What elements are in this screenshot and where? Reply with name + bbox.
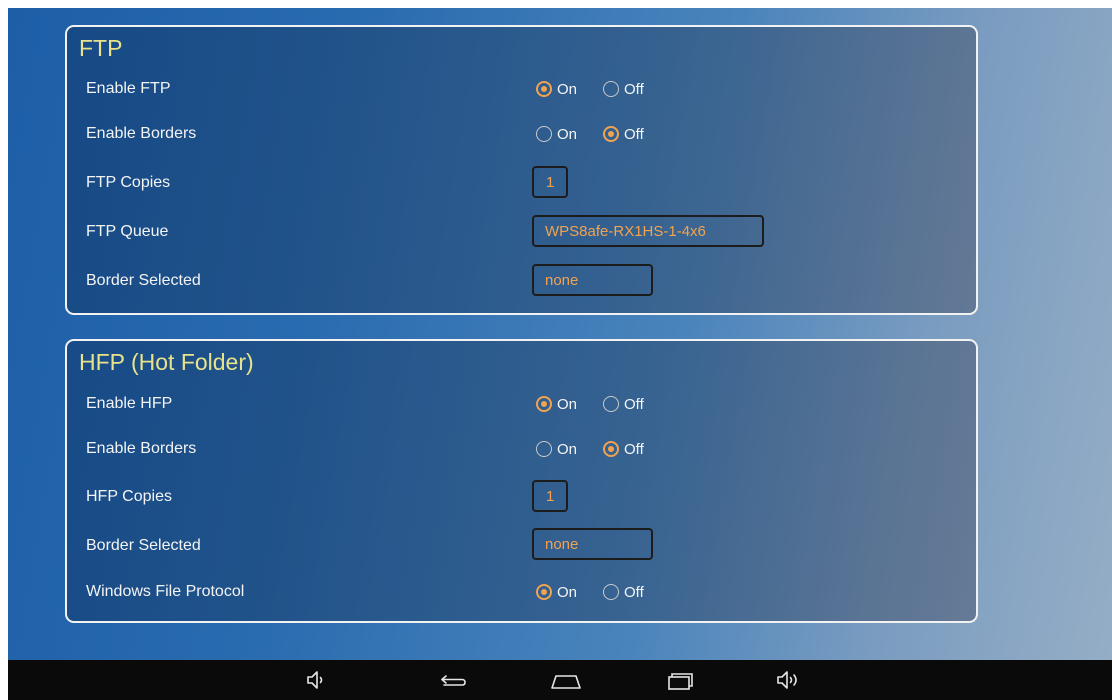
radio-indicator-icon bbox=[603, 126, 619, 142]
enable-ftp-on-radio[interactable]: On bbox=[536, 79, 577, 99]
radio-indicator-icon bbox=[603, 396, 619, 412]
hfp-panel-title: HFP (Hot Folder) bbox=[79, 349, 254, 375]
ftp-enable-borders-row: Enable Borders On Off bbox=[67, 118, 976, 148]
ftp-enable-borders-label: Enable Borders bbox=[86, 125, 197, 142]
windows-file-protocol-off-radio[interactable]: Off bbox=[603, 582, 644, 602]
radio-on-label: On bbox=[557, 583, 578, 601]
windows-file-protocol-label: Windows File Protocol bbox=[86, 583, 245, 600]
ftp-enable-borders-off-radio[interactable]: Off bbox=[603, 124, 644, 144]
radio-on-label: On bbox=[557, 80, 578, 98]
radio-indicator-icon bbox=[603, 81, 619, 97]
radio-indicator-icon bbox=[603, 584, 619, 600]
radio-off-label: Off bbox=[624, 125, 644, 143]
radio-off-label: Off bbox=[624, 583, 644, 601]
ftp-copies-input[interactable]: 1 bbox=[532, 166, 568, 198]
radio-indicator-icon bbox=[536, 584, 552, 600]
enable-hfp-off-radio[interactable]: Off bbox=[603, 394, 644, 414]
hfp-enable-borders-row: Enable Borders On Off bbox=[67, 433, 976, 463]
ftp-border-selected-input[interactable]: none bbox=[532, 264, 653, 296]
settings-screen: FTP Enable FTP On Off Enable Borders On bbox=[8, 0, 1112, 700]
ftp-queue-label: FTP Queue bbox=[86, 223, 169, 240]
enable-hfp-label: Enable HFP bbox=[86, 395, 173, 412]
hfp-border-selected-input[interactable]: none bbox=[532, 528, 653, 560]
enable-hfp-row: Enable HFP On Off bbox=[67, 388, 976, 418]
volume-up-icon[interactable] bbox=[775, 668, 805, 692]
ftp-border-selected-row: Border Selected none bbox=[67, 264, 976, 296]
radio-indicator-icon bbox=[603, 441, 619, 457]
radio-indicator-icon bbox=[536, 126, 552, 142]
windows-file-protocol-on-radio[interactable]: On bbox=[536, 582, 577, 602]
ftp-copies-label: FTP Copies bbox=[86, 174, 171, 191]
volume-down-icon[interactable] bbox=[305, 668, 329, 692]
radio-indicator-icon bbox=[536, 81, 552, 97]
hfp-copies-row: HFP Copies 1 bbox=[67, 480, 976, 512]
ftp-border-selected-label: Border Selected bbox=[86, 272, 201, 289]
hfp-enable-borders-on-radio[interactable]: On bbox=[536, 439, 577, 459]
system-navigation-bar bbox=[8, 660, 1112, 700]
radio-off-label: Off bbox=[624, 395, 644, 413]
hfp-copies-label: HFP Copies bbox=[86, 488, 172, 505]
ftp-copies-row: FTP Copies 1 bbox=[67, 166, 976, 198]
enable-ftp-label: Enable FTP bbox=[86, 80, 171, 97]
hfp-enable-borders-label: Enable Borders bbox=[86, 440, 197, 457]
radio-indicator-icon bbox=[536, 396, 552, 412]
ftp-enable-borders-on-radio[interactable]: On bbox=[536, 124, 577, 144]
hfp-border-selected-label: Border Selected bbox=[86, 537, 201, 554]
ftp-panel: FTP Enable FTP On Off Enable Borders On bbox=[65, 25, 978, 315]
ftp-panel-title: FTP bbox=[79, 35, 123, 61]
enable-ftp-row: Enable FTP On Off bbox=[67, 73, 976, 103]
radio-on-label: On bbox=[557, 395, 578, 413]
radio-on-label: On bbox=[557, 125, 578, 143]
hfp-panel: HFP (Hot Folder) Enable HFP On Off Enabl… bbox=[65, 339, 978, 623]
radio-off-label: Off bbox=[624, 440, 644, 458]
radio-off-label: Off bbox=[624, 80, 644, 98]
ftp-queue-row: FTP Queue WPS8afe-RX1HS-1-4x6 bbox=[67, 215, 976, 247]
hfp-enable-borders-off-radio[interactable]: Off bbox=[603, 439, 644, 459]
back-icon[interactable] bbox=[438, 668, 468, 692]
windows-file-protocol-row: Windows File Protocol On Off bbox=[67, 576, 976, 606]
hfp-border-selected-row: Border Selected none bbox=[67, 528, 976, 560]
hfp-copies-input[interactable]: 1 bbox=[532, 480, 568, 512]
enable-ftp-off-radio[interactable]: Off bbox=[603, 79, 644, 99]
radio-on-label: On bbox=[557, 440, 578, 458]
ftp-queue-input[interactable]: WPS8afe-RX1HS-1-4x6 bbox=[532, 215, 764, 247]
radio-indicator-icon bbox=[536, 441, 552, 457]
recent-apps-icon[interactable] bbox=[665, 668, 695, 692]
home-icon[interactable] bbox=[549, 668, 583, 692]
enable-hfp-on-radio[interactable]: On bbox=[536, 394, 577, 414]
